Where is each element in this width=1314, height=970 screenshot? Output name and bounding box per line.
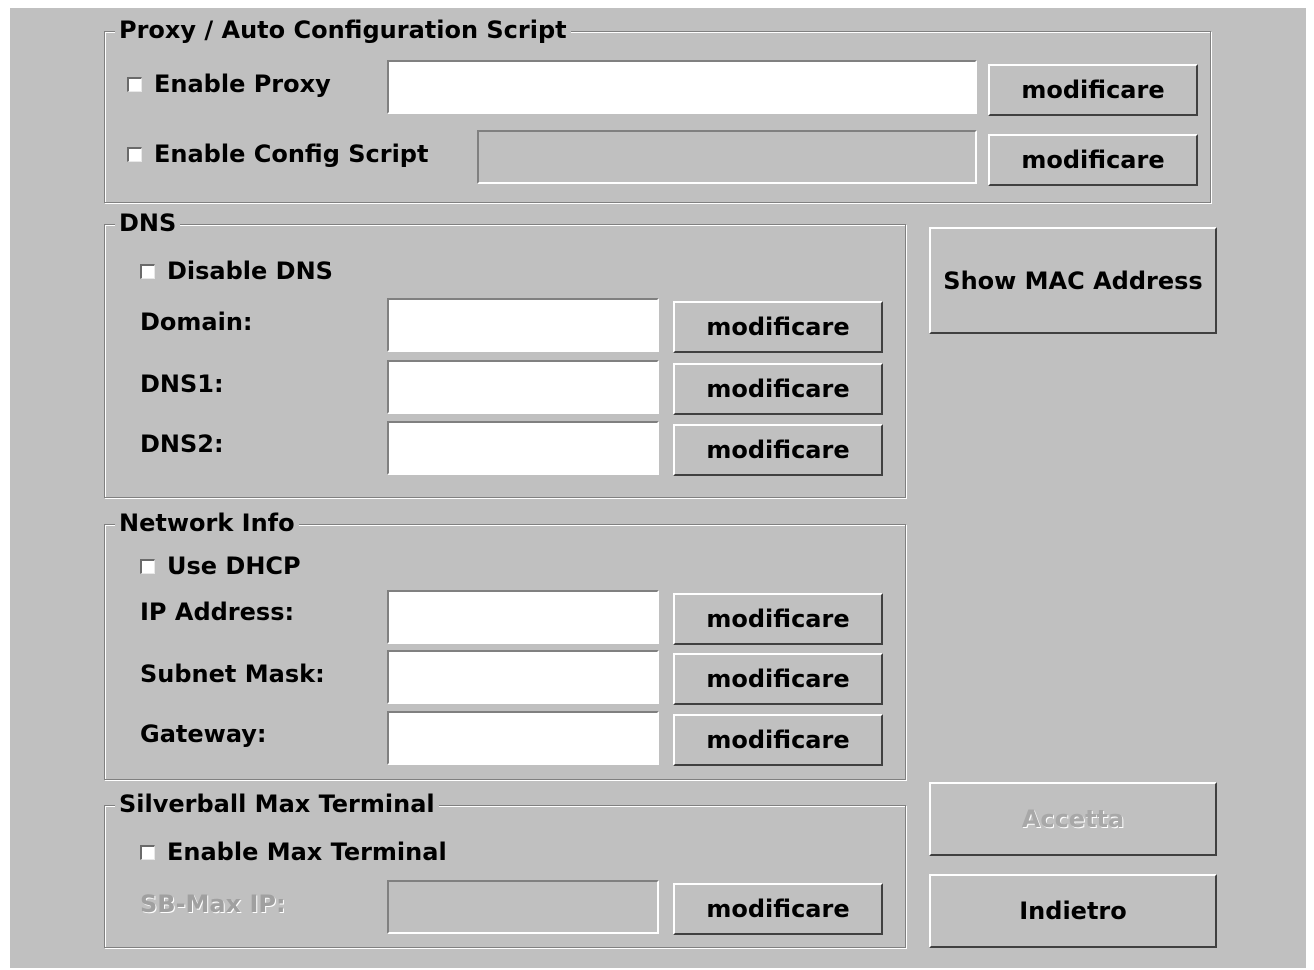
subnet-mask-input[interactable] (387, 650, 659, 704)
disable-dns-label: Disable DNS (167, 257, 333, 285)
config-script-input[interactable] (477, 130, 977, 184)
sb-max-ip-modify-button[interactable]: modificare (673, 883, 883, 935)
dns-group-title: DNS (115, 209, 181, 237)
checkbox-box[interactable] (127, 146, 142, 162)
checkbox-box[interactable] (140, 263, 155, 279)
ip-address-input[interactable] (387, 590, 659, 644)
checkbox-box[interactable] (127, 76, 142, 92)
network-info-group-title: Network Info (115, 509, 299, 537)
config-script-modify-button[interactable]: modificare (988, 134, 1198, 186)
subnet-mask-modify-button[interactable]: modificare (673, 653, 883, 705)
sb-max-ip-input[interactable] (387, 880, 659, 934)
sb-max-ip-label: SB-Max IP: (140, 890, 286, 918)
use-dhcp-checkbox[interactable]: Use DHCP (140, 552, 301, 580)
enable-max-terminal-label: Enable Max Terminal (167, 838, 447, 866)
checkbox-box[interactable] (140, 558, 155, 574)
proxy-group-title: Proxy / Auto Configuration Script (115, 16, 571, 44)
show-mac-address-button[interactable]: Show MAC Address (929, 227, 1217, 334)
enable-config-script-checkbox[interactable]: Enable Config Script (127, 140, 428, 168)
gateway-modify-button[interactable]: modificare (673, 714, 883, 766)
dns2-label: DNS2: (140, 430, 224, 458)
domain-label: Domain: (140, 308, 253, 336)
dns1-label: DNS1: (140, 370, 224, 398)
ip-address-label: IP Address: (140, 598, 295, 626)
gateway-input[interactable] (387, 711, 659, 765)
enable-config-script-label: Enable Config Script (154, 140, 429, 168)
dns2-modify-button[interactable]: modificare (673, 424, 883, 476)
enable-proxy-label: Enable Proxy (154, 70, 331, 98)
disable-dns-checkbox[interactable]: Disable DNS (140, 257, 333, 285)
back-button[interactable]: Indietro (929, 874, 1217, 948)
domain-input[interactable] (387, 298, 659, 352)
gateway-label: Gateway: (140, 720, 267, 748)
silverball-max-terminal-group-title: Silverball Max Terminal (115, 790, 439, 818)
proxy-input[interactable] (387, 60, 977, 114)
dns2-input[interactable] (387, 421, 659, 475)
enable-proxy-checkbox[interactable]: Enable Proxy (127, 70, 331, 98)
proxy-modify-button[interactable]: modificare (988, 64, 1198, 116)
subnet-mask-label: Subnet Mask: (140, 660, 325, 688)
dns1-modify-button[interactable]: modificare (673, 363, 883, 415)
use-dhcp-label: Use DHCP (167, 552, 301, 580)
checkbox-box[interactable] (140, 844, 155, 860)
accept-button[interactable]: Accetta (929, 782, 1217, 856)
domain-modify-button[interactable]: modificare (673, 301, 883, 353)
enable-max-terminal-checkbox[interactable]: Enable Max Terminal (140, 838, 447, 866)
dns1-input[interactable] (387, 360, 659, 414)
ip-address-modify-button[interactable]: modificare (673, 593, 883, 645)
